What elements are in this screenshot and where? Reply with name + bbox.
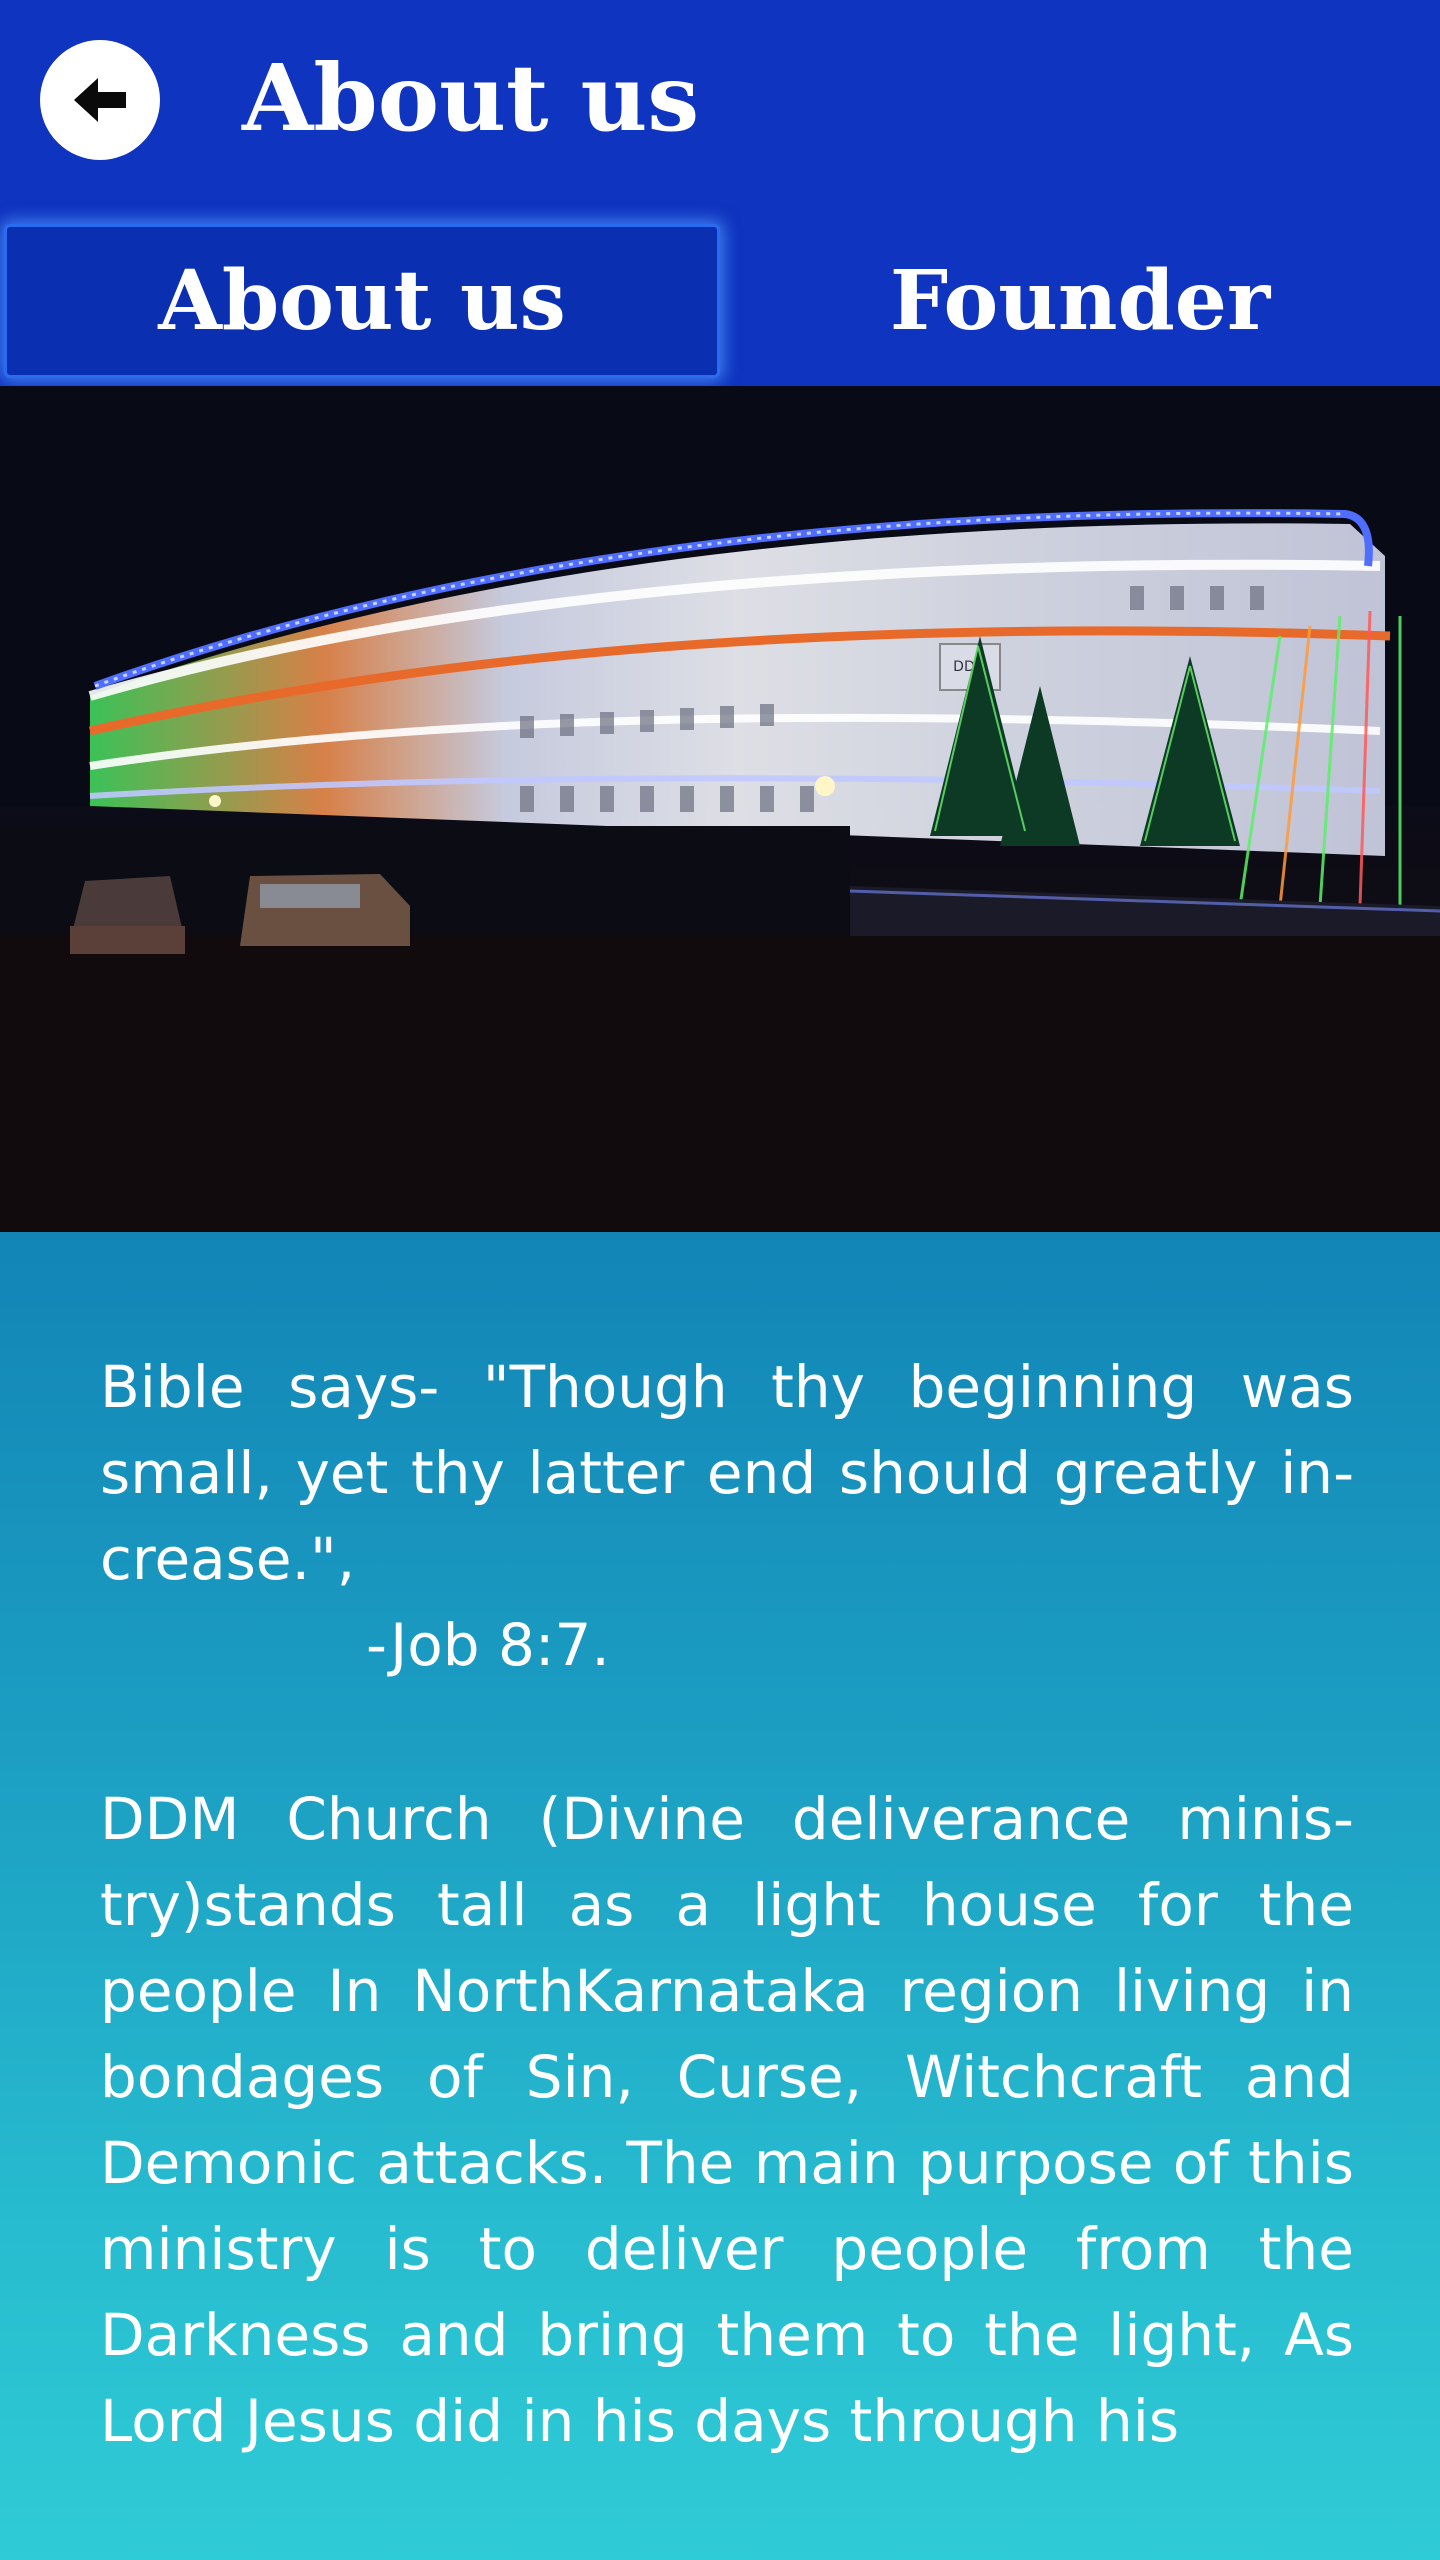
tab-founder[interactable]: Founder [728, 224, 1432, 378]
church-building-photo: DDM [0, 386, 1440, 1232]
tab-bar: About us Founder [0, 200, 1440, 386]
about-content: Bible says- "Though thy beginning was sm… [0, 1232, 1440, 2560]
page-title: About us [242, 44, 700, 152]
tab-about-us[interactable]: About us [4, 224, 720, 378]
quote-reference: -Job 8:7. [366, 1611, 610, 1679]
ministry-description: DDM Church (Divine deliverance minis-try… [100, 1785, 1354, 2455]
app-bar: About us [0, 0, 1440, 200]
arrow-left-icon [74, 78, 126, 122]
back-button[interactable] [40, 40, 160, 160]
bible-quote: Bible says- "Though thy beginning was sm… [100, 1353, 1354, 1593]
